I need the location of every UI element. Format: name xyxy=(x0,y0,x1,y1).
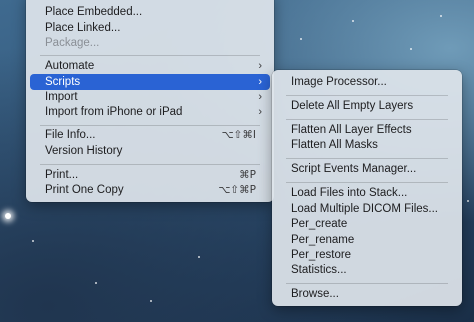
star-dot xyxy=(467,200,469,202)
menu-item-label: Flatten All Layer Effects xyxy=(291,124,412,136)
menu-item-label: Place Linked... xyxy=(45,22,121,34)
menu-item-load-dicom-files[interactable]: Load Multiple DICOM Files... xyxy=(276,201,458,217)
menu-separator xyxy=(286,119,448,120)
menu-item-label: Browse... xyxy=(291,288,339,300)
menu-separator xyxy=(286,158,448,159)
menu-item-image-processor[interactable]: Image Processor... xyxy=(276,74,458,90)
menu-item-label: Scripts xyxy=(45,76,81,88)
menu-item-label: File Info... xyxy=(45,129,96,141)
menu-item-version-history[interactable]: Version History xyxy=(30,143,270,159)
chevron-right-icon: › xyxy=(258,76,262,88)
menu-item-label: Import xyxy=(45,91,78,103)
menu-item-delete-empty-layers[interactable]: Delete All Empty Layers xyxy=(276,98,458,114)
menu-item-package: Package... xyxy=(30,35,270,51)
menu-item-statistics[interactable]: Statistics... xyxy=(276,262,458,278)
menu-item-label: Place Embedded... xyxy=(45,6,143,18)
shortcut-label: ⌘P xyxy=(239,169,256,181)
menu-item-label: Print... xyxy=(45,169,79,181)
star-dot xyxy=(300,38,302,40)
menu-item-browse[interactable]: Browse... xyxy=(276,286,458,302)
file-menu: Place Embedded... Place Linked... Packag… xyxy=(26,0,274,202)
menu-item-per-create[interactable]: Per_create xyxy=(276,216,458,232)
menu-item-load-files-into-stack[interactable]: Load Files into Stack... xyxy=(276,185,458,201)
star-dot xyxy=(198,256,200,258)
chevron-right-icon: › xyxy=(258,60,262,72)
menu-separator xyxy=(286,283,448,284)
star-dot xyxy=(32,240,34,242)
menu-item-import-from-iphone[interactable]: Import from iPhone or iPad › xyxy=(30,104,270,120)
menu-item-print[interactable]: Print... ⌘P xyxy=(30,167,270,183)
star-dot xyxy=(352,20,354,22)
menu-item-script-events-manager[interactable]: Script Events Manager... xyxy=(276,161,458,177)
scripts-submenu: Image Processor... Delete All Empty Laye… xyxy=(272,70,462,306)
star-dot xyxy=(440,15,442,17)
menu-item-label: Image Processor... xyxy=(291,76,387,88)
shortcut-label: ⌥⇧⌘I xyxy=(221,129,257,141)
chevron-right-icon: › xyxy=(258,91,262,103)
menu-item-label: Print One Copy xyxy=(45,184,124,196)
star-dot xyxy=(150,300,152,302)
menu-item-automate[interactable]: Automate › xyxy=(30,58,270,74)
menu-item-scripts[interactable]: Scripts › xyxy=(30,74,270,90)
menu-item-print-one-copy[interactable]: Print One Copy ⌥⇧⌘P xyxy=(30,182,270,198)
menu-item-label: Per_restore xyxy=(291,249,352,261)
menu-item-per-rename[interactable]: Per_rename xyxy=(276,232,458,248)
menu-item-label: Per_create xyxy=(291,218,348,230)
menu-item-label: Package... xyxy=(45,37,100,49)
menu-item-place-embedded[interactable]: Place Embedded... xyxy=(30,4,270,20)
menu-item-label: Flatten All Masks xyxy=(291,139,378,151)
menu-separator xyxy=(40,164,260,165)
menu-item-label: Script Events Manager... xyxy=(291,163,417,175)
chevron-right-icon: › xyxy=(258,106,262,118)
menu-item-label: Import from iPhone or iPad xyxy=(45,106,183,118)
star-sparkle xyxy=(5,213,11,219)
menu-item-per-restore[interactable]: Per_restore xyxy=(276,247,458,263)
menu-item-label: Statistics... xyxy=(291,264,347,276)
shortcut-label: ⌥⇧⌘P xyxy=(218,184,256,196)
menu-item-label: Load Multiple DICOM Files... xyxy=(291,203,438,215)
menu-item-label: Version History xyxy=(45,145,123,157)
menu-item-flatten-layer-effects[interactable]: Flatten All Layer Effects xyxy=(276,122,458,138)
menu-separator xyxy=(40,55,260,56)
menu-item-place-linked[interactable]: Place Linked... xyxy=(30,20,270,36)
menu-separator xyxy=(40,125,260,126)
star-dot xyxy=(410,48,412,50)
menu-item-label: Per_rename xyxy=(291,234,355,246)
menu-item-label: Automate xyxy=(45,60,95,72)
menu-separator xyxy=(286,182,448,183)
menu-separator xyxy=(286,95,448,96)
menu-item-label: Load Files into Stack... xyxy=(291,187,408,199)
menu-item-import[interactable]: Import › xyxy=(30,89,270,105)
star-dot xyxy=(95,282,97,284)
menu-item-flatten-masks[interactable]: Flatten All Masks xyxy=(276,137,458,153)
menu-item-file-info[interactable]: File Info... ⌥⇧⌘I xyxy=(30,127,270,143)
menu-item-label: Delete All Empty Layers xyxy=(291,100,414,112)
